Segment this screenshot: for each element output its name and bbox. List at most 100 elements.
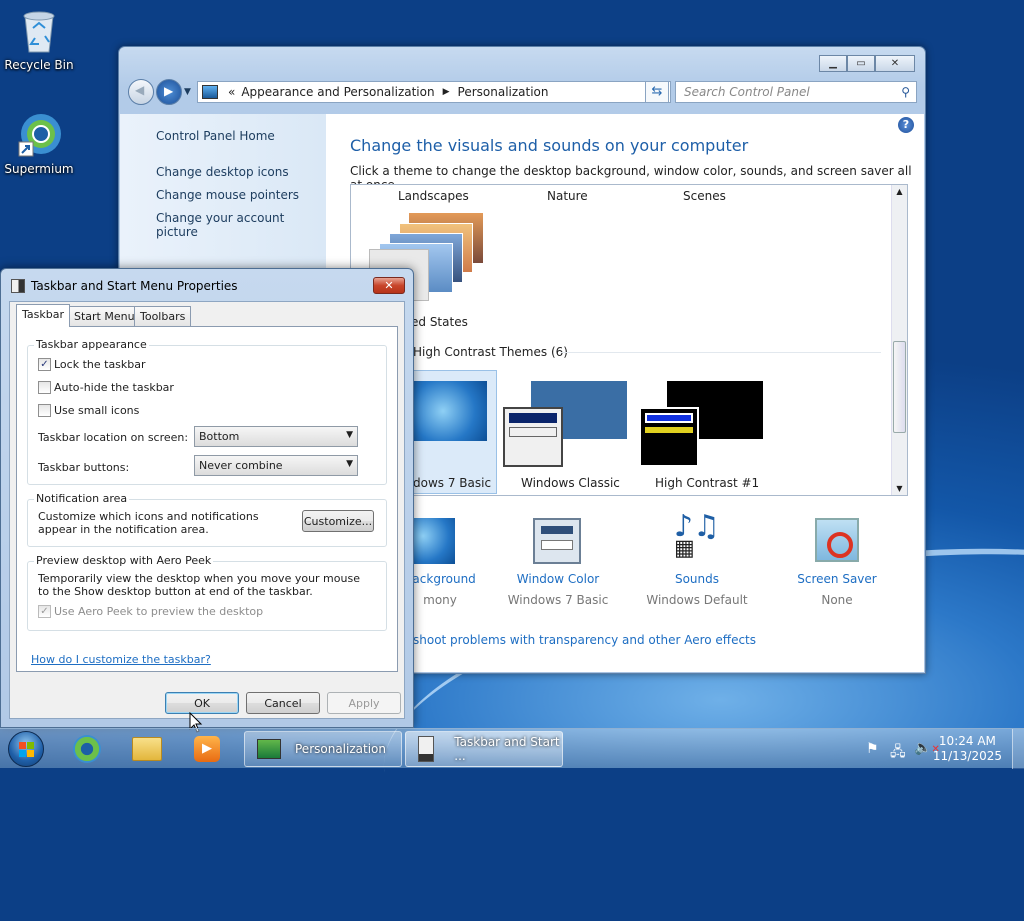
- sounds-link[interactable]: Sounds: [632, 572, 762, 586]
- taskbar-tab-panel: Taskbar appearance ✓ Lock the taskbar Aut…: [16, 326, 398, 672]
- address-bar[interactable]: « Appearance and Personalization ▶ Perso…: [197, 81, 671, 103]
- help-icon[interactable]: ?: [898, 117, 914, 133]
- taskbar-buttons-select[interactable]: Never combine ▼: [194, 455, 358, 476]
- desktop-icon-recycle-bin[interactable]: Recycle Bin: [0, 8, 78, 72]
- address-chevrons: «: [228, 85, 236, 99]
- breadcrumb-personalization[interactable]: Personalization: [458, 85, 549, 99]
- dialog-body: Taskbar Start Menu Toolbars Taskbar appe…: [9, 301, 405, 719]
- theme-label-high-contrast-1[interactable]: High Contrast #1: [655, 476, 759, 490]
- customize-button[interactable]: Customize...: [302, 510, 374, 532]
- checkbox-checked-icon: ✓: [38, 358, 51, 371]
- sounds-icon[interactable]: ♪♫ ▦: [674, 512, 724, 564]
- screen-saver-link[interactable]: Screen Saver: [772, 572, 902, 586]
- taskbar-location-select[interactable]: Bottom ▼: [194, 426, 358, 447]
- cancel-button[interactable]: Cancel: [246, 692, 320, 714]
- aero-peek-label: Use Aero Peek to preview the desktop: [54, 605, 264, 618]
- sounds-value: Windows Default: [646, 593, 748, 607]
- small-icons-label: Use small icons: [54, 404, 140, 417]
- taskbar-pin-explorer[interactable]: [120, 731, 174, 767]
- window-caption-buttons: ▁ ▭ ✕: [819, 55, 915, 72]
- troubleshoot-aero-link[interactable]: shoot problems with transparency and oth…: [413, 633, 756, 647]
- auto-hide-taskbar-checkbox[interactable]: Auto-hide the taskbar: [38, 381, 174, 394]
- taskbar-properties-icon: [11, 279, 25, 293]
- desktop-icon-supermium[interactable]: Supermium: [0, 112, 78, 176]
- scrollbar-thumb[interactable]: [893, 341, 906, 433]
- minimize-button[interactable]: ▁: [819, 55, 847, 72]
- clock-date: 11/13/2025: [932, 749, 1002, 763]
- dialog-close-button[interactable]: ✕: [373, 277, 405, 294]
- taskbar-pin-supermium[interactable]: [60, 731, 114, 767]
- start-button[interactable]: [8, 731, 44, 767]
- theme-label-scenes[interactable]: Scenes: [683, 189, 726, 203]
- theme-list-scrollbar[interactable]: ▲ ▼: [891, 185, 907, 495]
- dialog-title: Taskbar and Start Menu Properties: [31, 279, 238, 293]
- theme-label-united-states[interactable]: ed States: [411, 315, 468, 329]
- refresh-button[interactable]: ⇆: [645, 81, 669, 103]
- theme-label-windows-7-basic[interactable]: dows 7 Basic: [413, 476, 491, 490]
- sidebar-item-control-panel-home[interactable]: Control Panel Home: [156, 129, 275, 143]
- recycle-bin-icon: [17, 8, 61, 54]
- taskbar-location-value: Bottom: [199, 430, 240, 443]
- action-center-flag-icon[interactable]: ⚑: [866, 741, 879, 757]
- show-desktop-button[interactable]: [1012, 729, 1024, 769]
- breadcrumb-appearance[interactable]: Appearance and Personalization: [241, 85, 434, 99]
- sidebar-item-change-mouse-pointers[interactable]: Change mouse pointers: [156, 188, 299, 202]
- back-button[interactable]: ◀: [128, 79, 154, 105]
- theme-thumbnail-windows-7-basic: [413, 381, 487, 441]
- auto-hide-label: Auto-hide the taskbar: [54, 381, 174, 394]
- clock-time: 10:24 AM: [938, 734, 996, 748]
- tab-toolbars[interactable]: Toolbars: [134, 306, 192, 326]
- screen-saver-item[interactable]: Screen Saver None: [772, 572, 902, 607]
- taskbar-task-taskbar-properties[interactable]: Taskbar and Start ...: [405, 731, 563, 767]
- apply-button: Apply: [327, 692, 401, 714]
- task-label: Personalization: [295, 742, 386, 756]
- window-color-item[interactable]: Window Color Windows 7 Basic: [493, 572, 623, 607]
- taskbar-task-personalization[interactable]: Personalization: [244, 731, 402, 767]
- back-arrow-icon: ◀: [135, 83, 145, 97]
- sidebar-item-change-desktop-icons[interactable]: Change desktop icons: [156, 165, 289, 179]
- desktop-icon-label: Recycle Bin: [4, 58, 74, 72]
- notification-area-group: Notification area Customize which icons …: [27, 492, 387, 547]
- sounds-item[interactable]: Sounds Windows Default: [632, 572, 762, 607]
- scroll-down-icon[interactable]: ▼: [892, 484, 907, 493]
- taskbar-appearance-title: Taskbar appearance: [34, 338, 149, 351]
- taskbar-pin-media-player[interactable]: ▶: [180, 731, 234, 767]
- taskbar-location-label: Taskbar location on screen:: [38, 431, 189, 444]
- tab-taskbar[interactable]: Taskbar: [16, 304, 70, 327]
- scroll-up-icon[interactable]: ▲: [892, 185, 907, 196]
- checkbox-checked-disabled-icon: ✓: [38, 605, 51, 618]
- theme-label-landscapes[interactable]: Landscapes: [398, 189, 469, 203]
- recent-pages-dropdown[interactable]: ▼: [184, 87, 191, 97]
- tab-start-menu[interactable]: Start Menu: [68, 306, 141, 326]
- close-button[interactable]: ✕: [875, 55, 915, 72]
- lock-taskbar-checkbox[interactable]: ✓ Lock the taskbar: [38, 358, 146, 371]
- window-color-value: Windows 7 Basic: [507, 593, 609, 607]
- sidebar-item-change-account-picture[interactable]: Change your account picture: [156, 211, 326, 239]
- page-title: Change the visuals and sounds on your co…: [350, 136, 749, 155]
- close-icon: ✕: [384, 279, 394, 292]
- small-icons-checkbox[interactable]: Use small icons: [38, 404, 139, 417]
- maximize-button[interactable]: ▭: [847, 55, 875, 72]
- search-input[interactable]: Search Control Panel ⚲: [675, 81, 917, 103]
- system-clock[interactable]: 10:24 AM 11/13/2025: [933, 734, 1002, 764]
- personalization-icon: [257, 739, 281, 759]
- window-color-icon[interactable]: [533, 518, 581, 564]
- forward-button[interactable]: ▶: [156, 79, 182, 105]
- chevron-down-icon: ▼: [346, 459, 353, 469]
- window-color-link[interactable]: Window Color: [493, 572, 623, 586]
- checkbox-unchecked-icon: [38, 404, 51, 417]
- ok-button[interactable]: OK: [165, 692, 239, 714]
- notification-area-description: Customize which icons and notifications …: [38, 510, 259, 536]
- screen-saver-value: None: [821, 593, 853, 607]
- help-link[interactable]: How do I customize the taskbar?: [31, 653, 211, 666]
- taskbar-properties-icon: [418, 736, 435, 762]
- theme-thumbnail-high-contrast-1-window: [639, 407, 699, 467]
- screen-saver-icon[interactable]: [815, 518, 859, 562]
- theme-label-windows-classic[interactable]: Windows Classic: [521, 476, 620, 490]
- control-panel-icon: [202, 85, 218, 99]
- network-icon[interactable]: 🖧: [890, 741, 906, 765]
- search-placeholder: Search Control Panel: [684, 85, 810, 99]
- theme-list: Landscapes Nature Scenes ed States High …: [350, 184, 908, 496]
- theme-label-nature[interactable]: Nature: [547, 189, 588, 203]
- taskbar-buttons-value: Never combine: [199, 459, 283, 472]
